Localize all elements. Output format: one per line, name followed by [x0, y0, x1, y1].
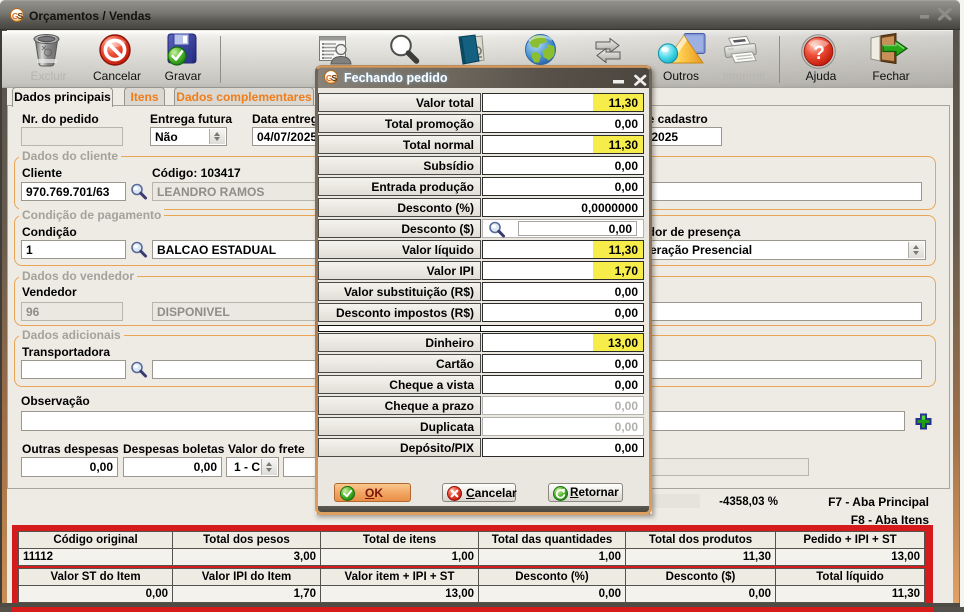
- svg-text:?: ?: [813, 43, 825, 64]
